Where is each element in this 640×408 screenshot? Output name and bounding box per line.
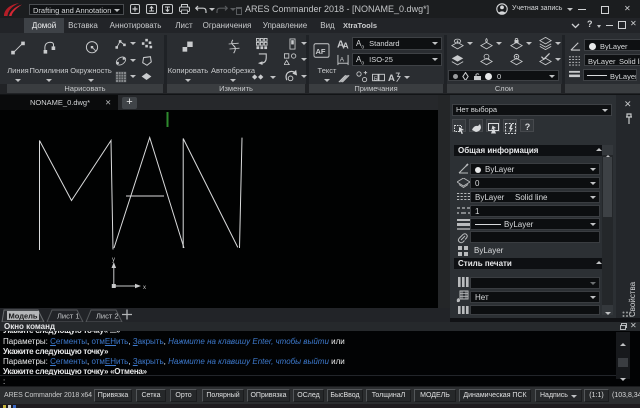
svg-text:Лист 2: Лист 2 (96, 312, 119, 321)
svg-text:x: x (143, 285, 146, 291)
svg-text:A: A (388, 73, 395, 83)
svg-text:Б: Б (374, 76, 378, 82)
svg-text:Лист 1: Лист 1 (57, 312, 80, 321)
svg-text:АF: АF (316, 47, 326, 56)
svg-text:y: y (112, 257, 115, 263)
svg-text:A: A (343, 41, 349, 50)
svg-text:Модель: Модель (9, 312, 38, 321)
svg-text:A: A (340, 56, 345, 63)
